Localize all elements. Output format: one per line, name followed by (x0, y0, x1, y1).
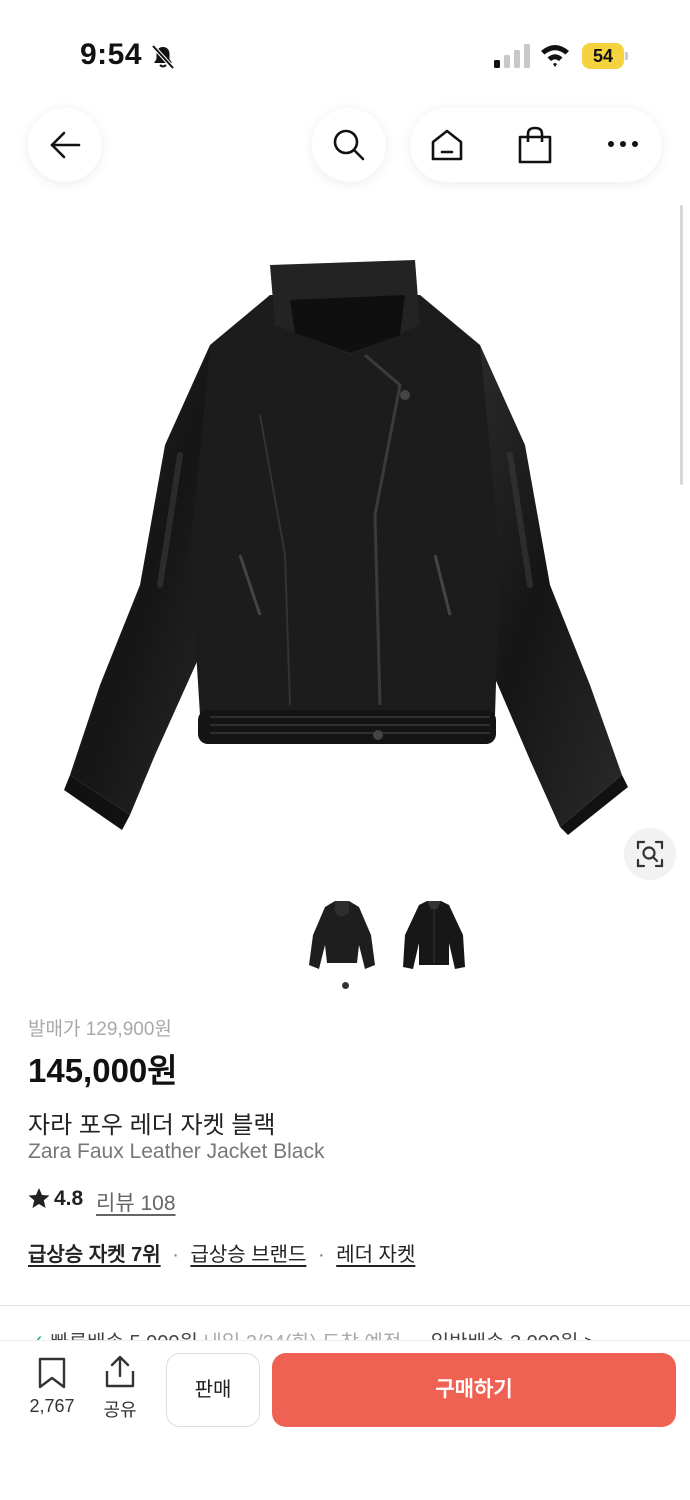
shopping-bag-icon[interactable] (516, 125, 554, 165)
tag-leather-jacket[interactable]: 레더 자켓 (336, 1244, 415, 1266)
bookmark-icon[interactable] (37, 1357, 67, 1389)
sell-button[interactable]: 판매 (166, 1353, 260, 1427)
product-name-ko: 자라 포우 레더 자켓 블랙 (28, 1112, 276, 1139)
share-icon[interactable] (104, 1355, 136, 1389)
search-icon (333, 129, 365, 161)
back-button[interactable] (28, 108, 102, 182)
bookmark-count: 2,767 (29, 1396, 75, 1416)
buy-button[interactable]: 구매하기 (272, 1353, 676, 1427)
share-label: 공유 (103, 1400, 137, 1420)
gallery-page-dot (342, 982, 349, 989)
star-icon (28, 1188, 50, 1208)
scroll-indicator (680, 205, 683, 485)
tag-separator: · (317, 1244, 325, 1266)
status-bar: 9:54 54 (0, 0, 690, 100)
section-divider (0, 1305, 690, 1306)
signal-icon (494, 44, 530, 68)
lens-icon (636, 840, 664, 868)
tag-separator: · (172, 1244, 179, 1266)
tag-trending-brand[interactable]: 급상승 브랜드 (190, 1244, 306, 1266)
more-icon[interactable] (606, 136, 640, 152)
bell-off-icon (151, 44, 175, 70)
product-image[interactable] (60, 255, 630, 835)
thumbnail-back[interactable] (397, 895, 471, 973)
search-button[interactable] (312, 108, 386, 182)
status-time: 9:54 (80, 38, 143, 71)
top-nav-group (410, 108, 662, 182)
wifi-icon (541, 45, 569, 67)
product-price: 145,000원 (28, 1052, 178, 1089)
image-thumbnails (305, 895, 475, 975)
release-price: 발매가 129,900원 (28, 1019, 172, 1040)
rating-value: 4.8 (54, 1187, 84, 1210)
battery-level: 54 (592, 46, 614, 66)
back-arrow-icon (50, 131, 81, 159)
product-name-en: Zara Faux Leather Jacket Black (28, 1140, 325, 1163)
review-link[interactable]: 리뷰 108 (96, 1187, 176, 1217)
tag-trending-jacket[interactable]: 급상승 자켓 7위 (28, 1244, 161, 1266)
image-search-button[interactable] (624, 828, 676, 880)
ranking-tags: 급상승 자켓 7위 · 급상승 브랜드 · 레더 자켓 (28, 1238, 415, 1267)
battery-indicator: 54 (582, 43, 628, 69)
home-icon[interactable] (428, 126, 466, 164)
thumbnail-front[interactable] (305, 895, 379, 973)
